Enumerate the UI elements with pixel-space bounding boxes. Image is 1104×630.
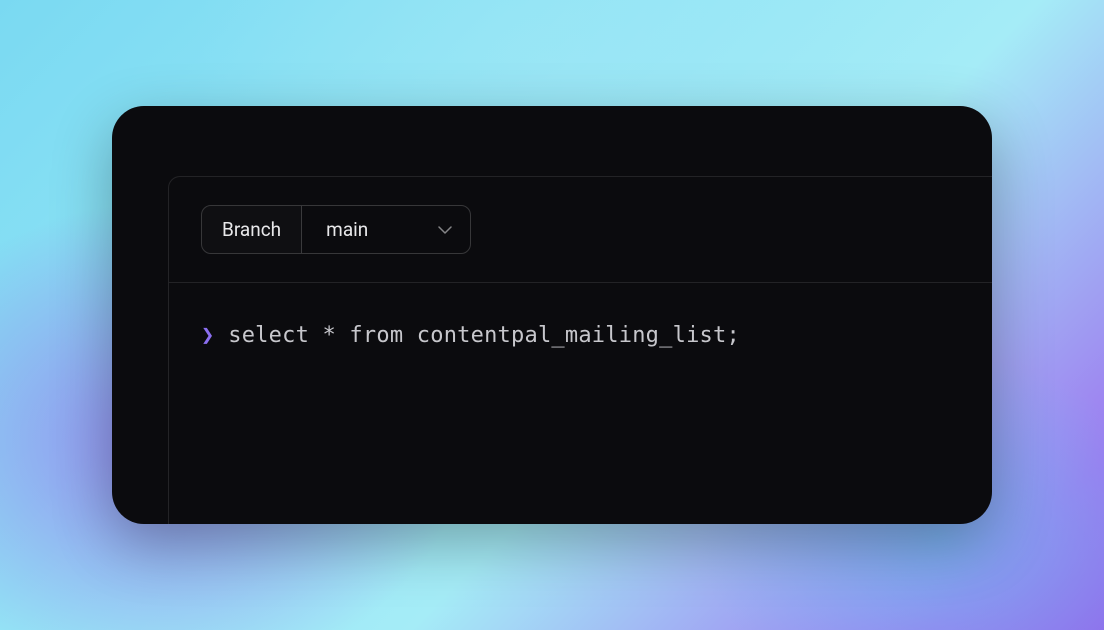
prompt-symbol: ❯ <box>201 323 214 348</box>
branch-value: main <box>326 218 368 241</box>
terminal-window: Branch main ❯ select * from contentpal_m… <box>112 106 992 524</box>
branch-selector: Branch main <box>201 205 471 254</box>
toolbar: Branch main <box>169 177 992 283</box>
inner-panel: Branch main ❯ select * from contentpal_m… <box>168 176 992 524</box>
branch-dropdown[interactable]: main <box>302 206 470 253</box>
terminal-body: ❯ select * from contentpal_mailing_list; <box>169 283 992 388</box>
branch-label: Branch <box>202 206 302 253</box>
chevron-down-icon <box>438 223 452 237</box>
prompt-line[interactable]: ❯ select * from contentpal_mailing_list; <box>201 323 960 348</box>
sql-query-text: select * from contentpal_mailing_list; <box>228 323 740 348</box>
branch-label-text: Branch <box>222 218 281 241</box>
